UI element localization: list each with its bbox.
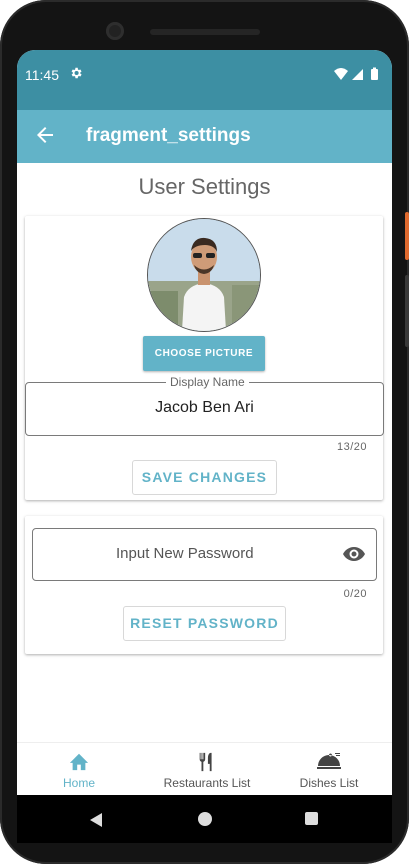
avatar[interactable] bbox=[147, 218, 261, 332]
recents-square-icon[interactable] bbox=[305, 812, 318, 825]
nav-item-home[interactable]: Home bbox=[47, 743, 111, 795]
power-button bbox=[405, 212, 409, 260]
app-screen: 11:45 fragment_settings User Settings CH… bbox=[17, 50, 392, 795]
choose-picture-button[interactable]: CHOOSE PICTURE bbox=[143, 336, 265, 371]
battery-icon bbox=[371, 67, 378, 80]
nav-item-dishes[interactable]: Dishes List bbox=[289, 743, 369, 795]
profile-card: CHOOSE PICTURE Display Name Jacob Ben Ar… bbox=[25, 216, 384, 500]
password-card: Input New Password 0/20 RESET PASSWORD bbox=[25, 516, 383, 654]
signal-icon bbox=[352, 69, 363, 80]
nav-item-restaurants[interactable]: Restaurants List bbox=[147, 743, 267, 795]
password-placeholder: Input New Password bbox=[116, 545, 254, 562]
eye-icon[interactable] bbox=[342, 544, 366, 564]
status-time: 11:45 bbox=[25, 67, 59, 83]
home-icon bbox=[69, 753, 89, 771]
nav-label-dishes: Dishes List bbox=[299, 776, 359, 790]
bottom-navigation: Home Restaurants List Dishes List bbox=[17, 742, 392, 795]
status-icons bbox=[334, 67, 384, 86]
arrow-back-icon[interactable] bbox=[33, 123, 57, 147]
earpiece-speaker bbox=[150, 29, 260, 35]
front-camera bbox=[106, 22, 124, 40]
gear-icon bbox=[69, 66, 83, 83]
volume-button bbox=[405, 275, 409, 347]
cloche-icon bbox=[317, 753, 341, 769]
status-bar: 11:45 bbox=[17, 50, 392, 110]
fork-knife-icon bbox=[199, 752, 212, 772]
home-circle-icon[interactable] bbox=[198, 812, 212, 826]
back-triangle-icon[interactable] bbox=[89, 812, 103, 828]
password-counter: 0/20 bbox=[343, 588, 367, 600]
system-navigation-bar bbox=[17, 795, 392, 843]
phone-top-bezel bbox=[0, 0, 409, 50]
display-name-counter: 13/20 bbox=[336, 441, 367, 453]
app-bar: fragment_settings bbox=[17, 110, 392, 163]
phone-frame: 11:45 fragment_settings User Settings CH… bbox=[0, 0, 409, 864]
reset-password-button[interactable]: RESET PASSWORD bbox=[123, 606, 286, 641]
nav-label-home: Home bbox=[62, 776, 95, 790]
save-changes-button[interactable]: SAVE CHANGES bbox=[132, 460, 277, 495]
new-password-field[interactable]: Input New Password bbox=[32, 528, 377, 581]
app-bar-title: fragment_settings bbox=[86, 125, 251, 146]
nav-label-restaurants: Restaurants List bbox=[163, 776, 251, 790]
page-title: User Settings bbox=[138, 174, 271, 199]
display-name-value[interactable]: Jacob Ben Ari bbox=[26, 399, 383, 417]
wifi-icon bbox=[334, 68, 348, 80]
display-name-field[interactable]: Display Name Jacob Ben Ari bbox=[25, 375, 384, 436]
display-name-label: Display Name bbox=[166, 375, 249, 389]
